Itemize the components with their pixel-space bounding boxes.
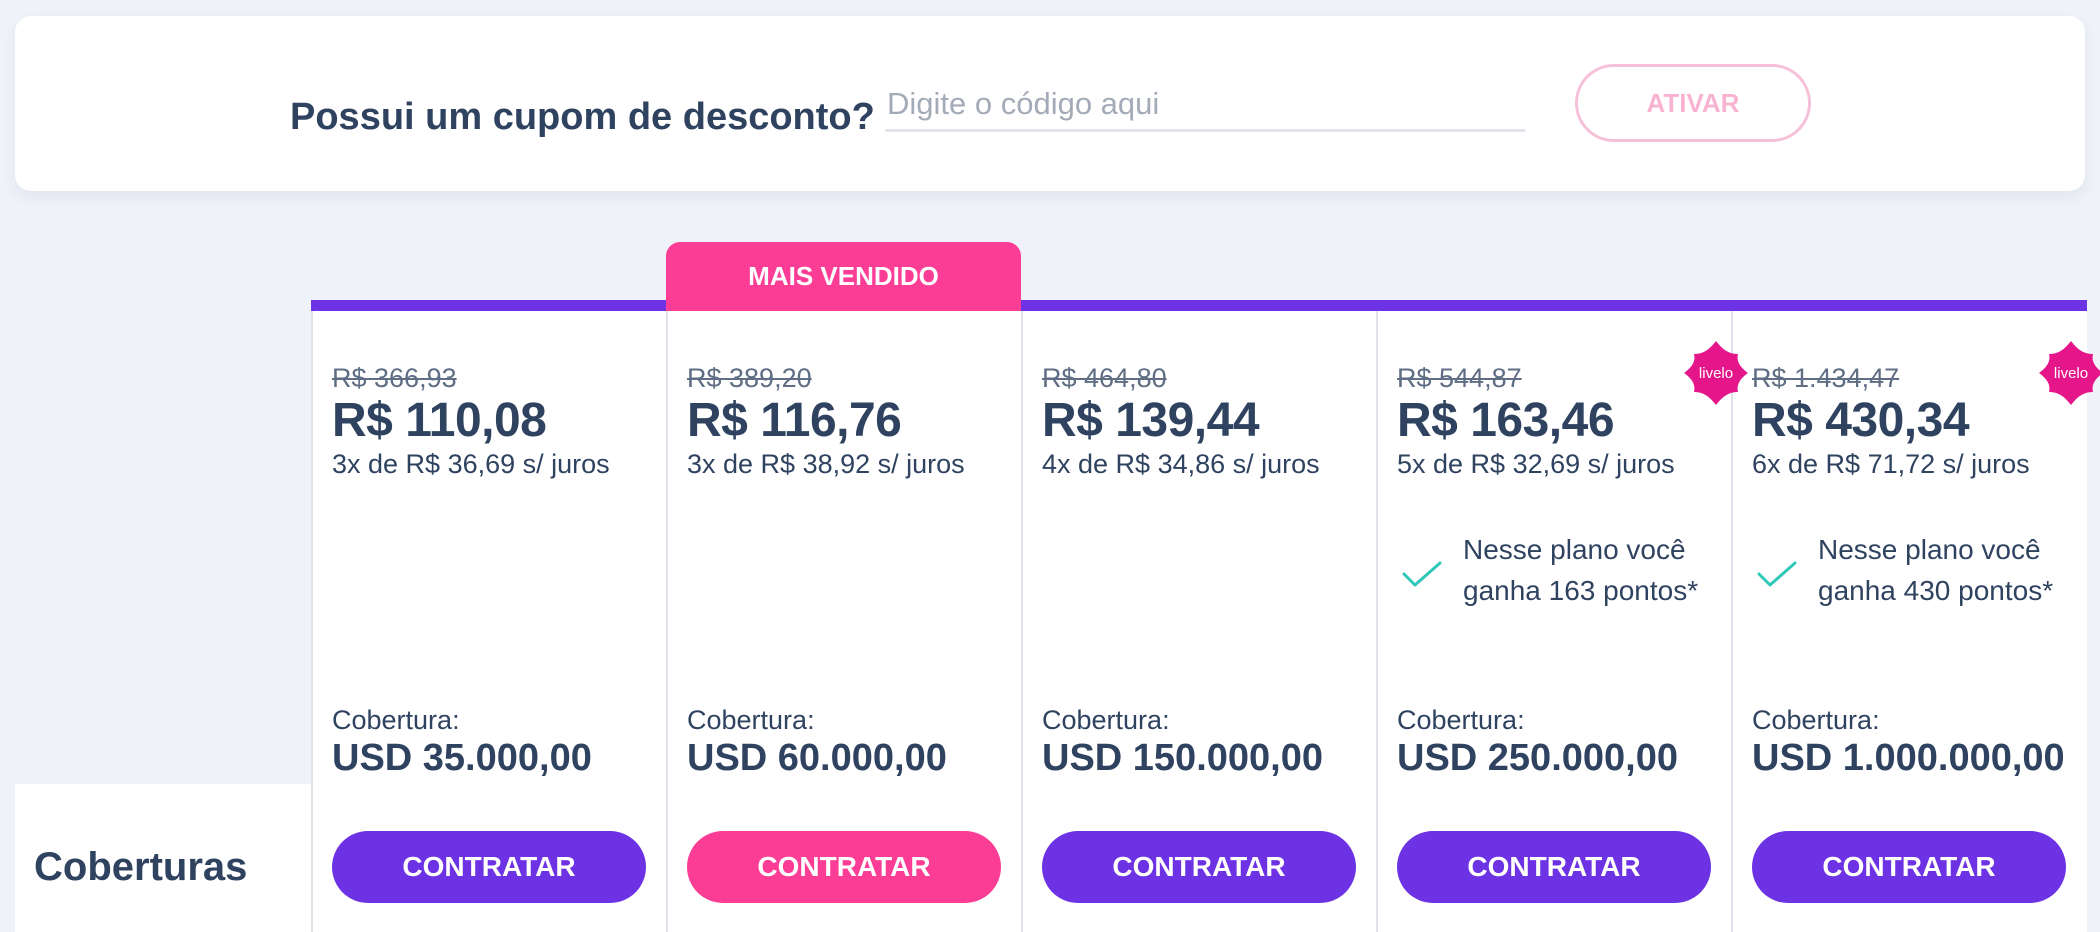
svg-text:livelo: livelo [2054, 365, 2088, 382]
coverage-value: USD 35.000,00 [332, 737, 592, 779]
coupon-question: Possui um cupom de desconto? [290, 96, 875, 138]
coverage-label: Cobertura: [1042, 705, 1170, 735]
contract-button-plan-3[interactable]: CONTRATAR [1042, 831, 1356, 903]
contract-button-plan-2[interactable]: CONTRATAR [687, 831, 1001, 903]
coverage-label: Cobertura: [687, 705, 815, 735]
plan-price: R$ 110,08 [332, 394, 547, 447]
plan-price: R$ 163,46 [1397, 394, 1615, 447]
bestseller-badge: MAIS VENDIDO [666, 242, 1021, 311]
installments-text: 4x de R$ 34,86 s/ juros [1042, 449, 1320, 479]
installments-text: 3x de R$ 36,69 s/ juros [332, 449, 610, 479]
svg-text:livelo: livelo [1699, 365, 1733, 382]
coverage-label: Cobertura: [1752, 705, 1880, 735]
coverage-value: USD 1.000.000,00 [1752, 737, 2065, 779]
plan-price: R$ 116,76 [687, 394, 902, 447]
coverage-value: USD 250.000,00 [1397, 737, 1678, 779]
plan-card-4: R$ 544,87 R$ 163,46 5x de R$ 32,69 s/ ju… [1377, 311, 1748, 932]
old-price: R$ 366,93 [332, 363, 457, 393]
coverage-label: Cobertura: [332, 705, 460, 735]
plans-top-bar [311, 300, 2087, 311]
old-price: R$ 389,20 [687, 363, 812, 393]
plan-card-1: R$ 366,93 R$ 110,08 3x de R$ 36,69 s/ ju… [312, 311, 667, 932]
plan-card-2: R$ 389,20 R$ 116,76 3x de R$ 38,92 s/ ju… [667, 311, 1022, 932]
old-price: R$ 1.434,47 [1752, 363, 1900, 393]
coverage-label: Cobertura: [1397, 705, 1525, 735]
plan-card-3: R$ 464,80 R$ 139,44 4x de R$ 34,86 s/ ju… [1022, 311, 1377, 932]
coverage-value: USD 150.000,00 [1042, 737, 1323, 779]
old-price: R$ 544,87 [1397, 363, 1522, 393]
coupon-code-input[interactable] [885, 78, 1525, 132]
installments-text: 5x de R$ 32,69 s/ juros [1397, 449, 1675, 479]
check-icon [1402, 561, 1442, 587]
plan-price: R$ 139,44 [1042, 394, 1260, 447]
coverage-value: USD 60.000,00 [687, 737, 947, 779]
plan-card-5: R$ 1.434,47 R$ 430,34 6x de R$ 71,72 s/ … [1732, 311, 2100, 932]
contract-button-plan-4[interactable]: CONTRATAR [1397, 831, 1711, 903]
coberturas-row-label: Coberturas [34, 845, 248, 889]
livelo-logo-icon: livelo [2039, 341, 2100, 405]
points-text: Nesse plano você ganha 430 pontos* [1818, 534, 2054, 606]
activate-coupon-button[interactable]: ATIVAR [1575, 64, 1811, 142]
old-price: R$ 464,80 [1042, 363, 1167, 393]
check-icon [1757, 561, 1797, 587]
contract-button-plan-5[interactable]: CONTRATAR [1752, 831, 2066, 903]
points-text: Nesse plano você ganha 163 pontos* [1463, 534, 1699, 606]
installments-text: 6x de R$ 71,72 s/ juros [1752, 449, 2030, 479]
contract-button-plan-1[interactable]: CONTRATAR [332, 831, 646, 903]
installments-text: 3x de R$ 38,92 s/ juros [687, 449, 965, 479]
plan-price: R$ 430,34 [1752, 394, 1970, 447]
coupon-panel: Possui um cupom de desconto? ATIVAR [15, 16, 2085, 191]
